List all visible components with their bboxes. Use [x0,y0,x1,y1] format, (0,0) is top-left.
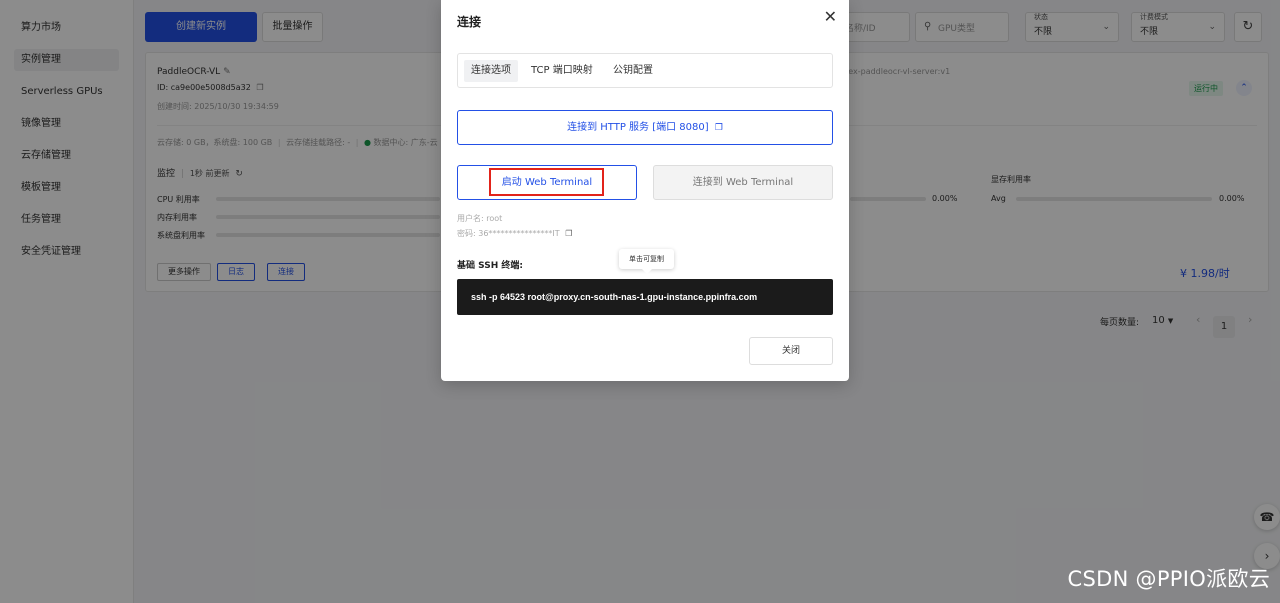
close-button[interactable]: 关闭 [749,337,833,365]
copy-icon[interactable]: ❐ [565,229,572,238]
password-row: 密码: 36****************IT ❐ [457,228,572,239]
connect-tabs: 连接选项 TCP 端口映射 公钥配置 [457,53,833,88]
connect-http-service-button[interactable]: 连接到 HTTP 服务 [端口 8080] ❐ [457,110,833,145]
close-icon[interactable]: ✕ [824,7,837,26]
password-text: 密码: 36****************IT [457,229,560,238]
tab-public-key[interactable]: 公钥配置 [606,60,660,82]
highlight-box [489,168,604,196]
connect-http-label: 连接到 HTTP 服务 [端口 8080] [567,122,709,133]
copy-tooltip: 单击可复制 [619,249,674,274]
username-text: 用户名: root [457,214,503,223]
dialog-title: 连接 [457,15,482,29]
connect-web-terminal-button: 连接到 Web Terminal [653,165,833,200]
connect-dialog: 连接 ✕ 连接选项 TCP 端口映射 公钥配置 连接到 HTTP 服务 [端口 … [441,0,849,381]
watermark: CSDN @PPIO派欧云 [1067,567,1270,591]
ssh-section-title: 基础 SSH 终端: [457,261,523,271]
tab-tcp-port-mapping[interactable]: TCP 端口映射 [524,60,600,82]
tab-connect-options[interactable]: 连接选项 [464,60,518,82]
ssh-command-box[interactable]: ssh -p 64523 root@proxy.cn-south-nas-1.g… [457,279,833,315]
copy-icon: ❐ [714,123,723,133]
